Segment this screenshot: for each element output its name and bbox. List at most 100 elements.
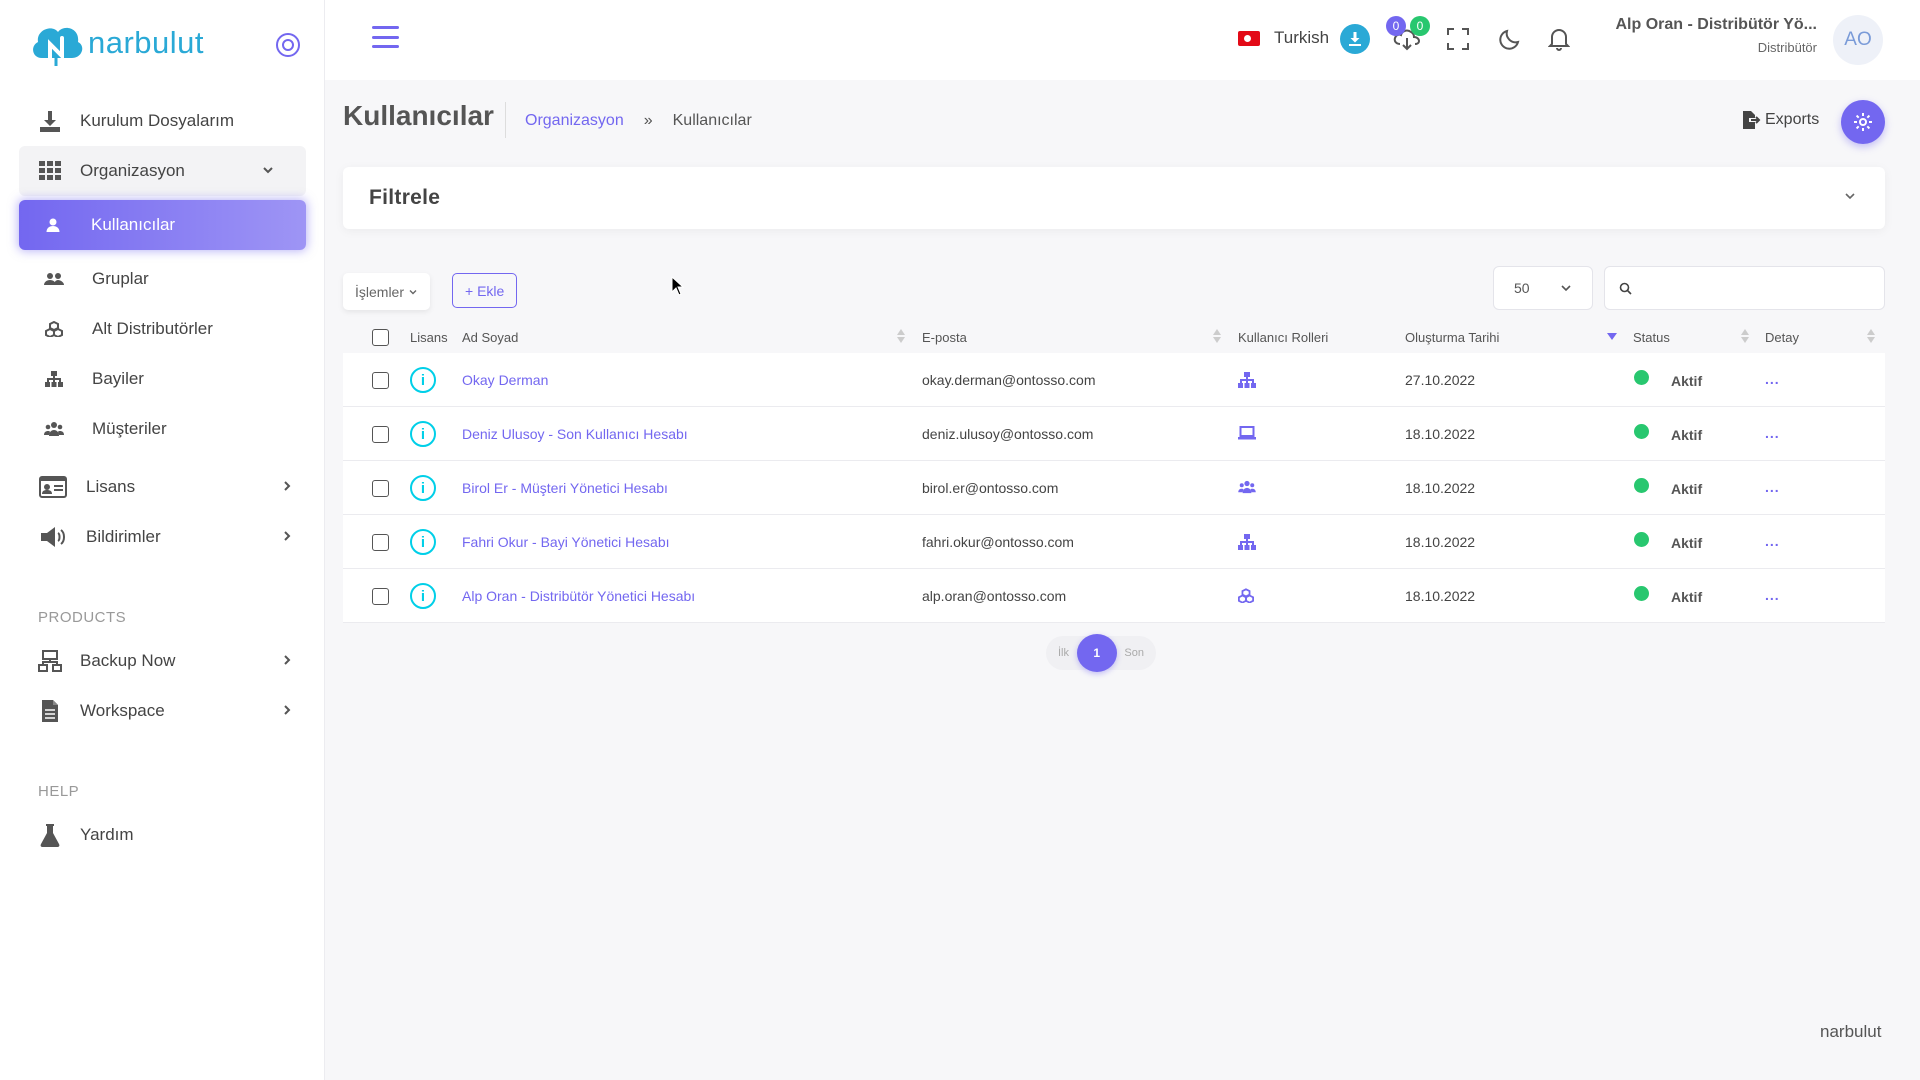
status-dot (1634, 370, 1649, 385)
logo[interactable]: narbulut (28, 16, 204, 70)
user-icon (43, 213, 63, 237)
network-icon (38, 649, 62, 673)
row-checkbox[interactable] (372, 534, 389, 551)
fullscreen-icon (1447, 28, 1469, 50)
detail-more-button[interactable]: ... (1765, 587, 1780, 603)
search-box (1604, 266, 1885, 310)
row-checkbox[interactable] (372, 372, 389, 389)
license-info-icon[interactable]: i (410, 583, 436, 609)
products-section-title: PRODUCTS (38, 609, 127, 626)
user-name-link[interactable]: Deniz Ulusoy - Son Kullanıcı Hesabı (462, 426, 688, 442)
header-status[interactable]: Status (1633, 330, 1670, 345)
exports-button[interactable]: Exports (1741, 110, 1819, 130)
detail-more-button[interactable]: ... (1765, 479, 1780, 495)
cloud-sync-button[interactable]: 0 0 (1386, 16, 1430, 54)
sidebar-item-workspace[interactable]: Workspace (0, 686, 325, 736)
actions-label: İşlemler (355, 283, 405, 300)
select-all-checkbox[interactable] (372, 329, 389, 346)
sort-email-icon[interactable] (1213, 327, 1221, 345)
header-detail: Detay (1765, 330, 1799, 345)
pagination-page-current[interactable]: 1 (1076, 634, 1117, 672)
row-checkbox[interactable] (372, 426, 389, 443)
user-name-link[interactable]: Alp Oran - Distribütör Yönetici Hesabı (462, 588, 695, 604)
search-icon (1619, 282, 1632, 295)
notifications-button[interactable] (1544, 24, 1574, 54)
user-email: deniz.ulusoy@ontosso.com (922, 426, 1094, 442)
exports-label: Exports (1765, 111, 1820, 128)
sidebar-item-label: Gruplar (92, 269, 149, 288)
status-badge: Aktif (1671, 373, 1703, 389)
pagination-last[interactable]: Son (1124, 647, 1144, 659)
avatar[interactable]: AO (1833, 15, 1883, 65)
settings-button[interactable] (1841, 100, 1885, 144)
user-name-link[interactable]: Birol Er - Müşteri Yönetici Hesabı (462, 480, 668, 496)
sidebar-item-label: Yardım (80, 825, 134, 844)
sidebar-item-kurulum[interactable]: Kurulum Dosyalarım (0, 96, 325, 146)
chevron-right-icon (281, 479, 293, 495)
header-email[interactable]: E-posta (922, 330, 967, 345)
chevron-down-icon (1843, 189, 1857, 208)
sort-status-icon[interactable] (1741, 327, 1749, 345)
sidebar-item-bildirimler[interactable]: Bildirimler (0, 512, 325, 562)
status-dot (1634, 424, 1649, 439)
grid-icon (38, 159, 62, 183)
header-created[interactable]: Oluşturma Tarihi (1405, 330, 1499, 345)
sidebar-item-label: Kullanıcılar (91, 215, 176, 234)
sidebar-item-lisans[interactable]: Lisans (0, 462, 325, 512)
sidebar-item-kullanicilar[interactable]: Kullanıcılar (19, 200, 306, 250)
sort-detail-icon[interactable] (1867, 327, 1875, 345)
row-checkbox[interactable] (372, 480, 389, 497)
user-email: birol.er@ontosso.com (922, 480, 1059, 496)
sidebar-item-gruplar[interactable]: Gruplar (0, 254, 325, 304)
license-info-icon[interactable]: i (410, 367, 436, 393)
user-email: alp.oran@ontosso.com (922, 588, 1067, 604)
sidebar-pin-toggle[interactable] (276, 33, 300, 57)
sort-name-icon[interactable] (897, 327, 905, 345)
search-input[interactable] (1642, 267, 1884, 309)
badge-left: 0 (1386, 16, 1406, 36)
detail-more-button[interactable]: ... (1765, 533, 1780, 549)
table-row: i Fahri Okur - Bayi Yönetici Hesabı fahr… (343, 515, 1885, 569)
cubes-icon (1238, 588, 1254, 606)
license-info-icon[interactable]: i (410, 421, 436, 447)
cubes-icon (44, 317, 64, 341)
sidebar-item-bayiler[interactable]: Bayiler (0, 354, 325, 404)
license-info-icon[interactable]: i (410, 475, 436, 501)
sort-created-active-icon[interactable] (1607, 327, 1617, 345)
row-checkbox[interactable] (372, 588, 389, 605)
sidebar-item-organizasyon[interactable]: Organizasyon (19, 146, 306, 196)
download-button[interactable] (1340, 24, 1370, 54)
actions-dropdown[interactable]: İşlemler (343, 273, 431, 310)
hamburger-menu-icon[interactable] (372, 26, 399, 48)
add-user-button[interactable]: + Ekle (452, 273, 518, 308)
page-size-select[interactable]: 50 (1493, 266, 1593, 310)
users-icon (44, 267, 64, 291)
fullscreen-button[interactable] (1443, 24, 1473, 54)
header-name[interactable]: Ad Soyad (462, 330, 518, 345)
user-name-link[interactable]: Fahri Okur - Bayi Yönetici Hesabı (462, 534, 670, 550)
language-selector[interactable]: Turkish (1238, 28, 1329, 48)
breadcrumb-separator: » (643, 112, 653, 129)
created-date: 18.10.2022 (1405, 426, 1476, 442)
user-name-link[interactable]: Okay Derman (462, 372, 548, 388)
detail-more-button[interactable]: ... (1765, 371, 1780, 387)
sidebar-item-yardim[interactable]: Yardım (0, 810, 325, 860)
sidebar-item-musteriler[interactable]: Müşteriler (0, 404, 325, 454)
detail-more-button[interactable]: ... (1765, 425, 1780, 441)
sidebar-item-label: Bildirimler (86, 527, 161, 546)
pagination-first[interactable]: İlk (1058, 647, 1069, 659)
filter-panel[interactable]: Filtrele (343, 167, 1885, 229)
sidebar-item-alt-distributorler[interactable]: Alt Distributörler (0, 304, 325, 354)
user-email: okay.derman@ontosso.com (922, 372, 1096, 388)
license-info-icon[interactable]: i (410, 529, 436, 555)
user-role: Distribütör (1757, 40, 1817, 55)
user-info[interactable]: Alp Oran - Distribütör Yö... Distribütör (1607, 16, 1818, 55)
sitemap-icon (1238, 372, 1256, 391)
header-license: Lisans (410, 330, 448, 345)
organizasyon-submenu: Kullanıcılar Gruplar Alt Distributörler … (0, 200, 325, 454)
breadcrumb-organizasyon-link[interactable]: Organizasyon (525, 112, 624, 130)
dark-mode-toggle[interactable] (1495, 24, 1525, 54)
bell-icon (1548, 29, 1570, 51)
sidebar: narbulut Kurulum Dosyalarım Organizasyon (0, 0, 325, 1080)
sidebar-item-backup-now[interactable]: Backup Now (0, 636, 325, 686)
